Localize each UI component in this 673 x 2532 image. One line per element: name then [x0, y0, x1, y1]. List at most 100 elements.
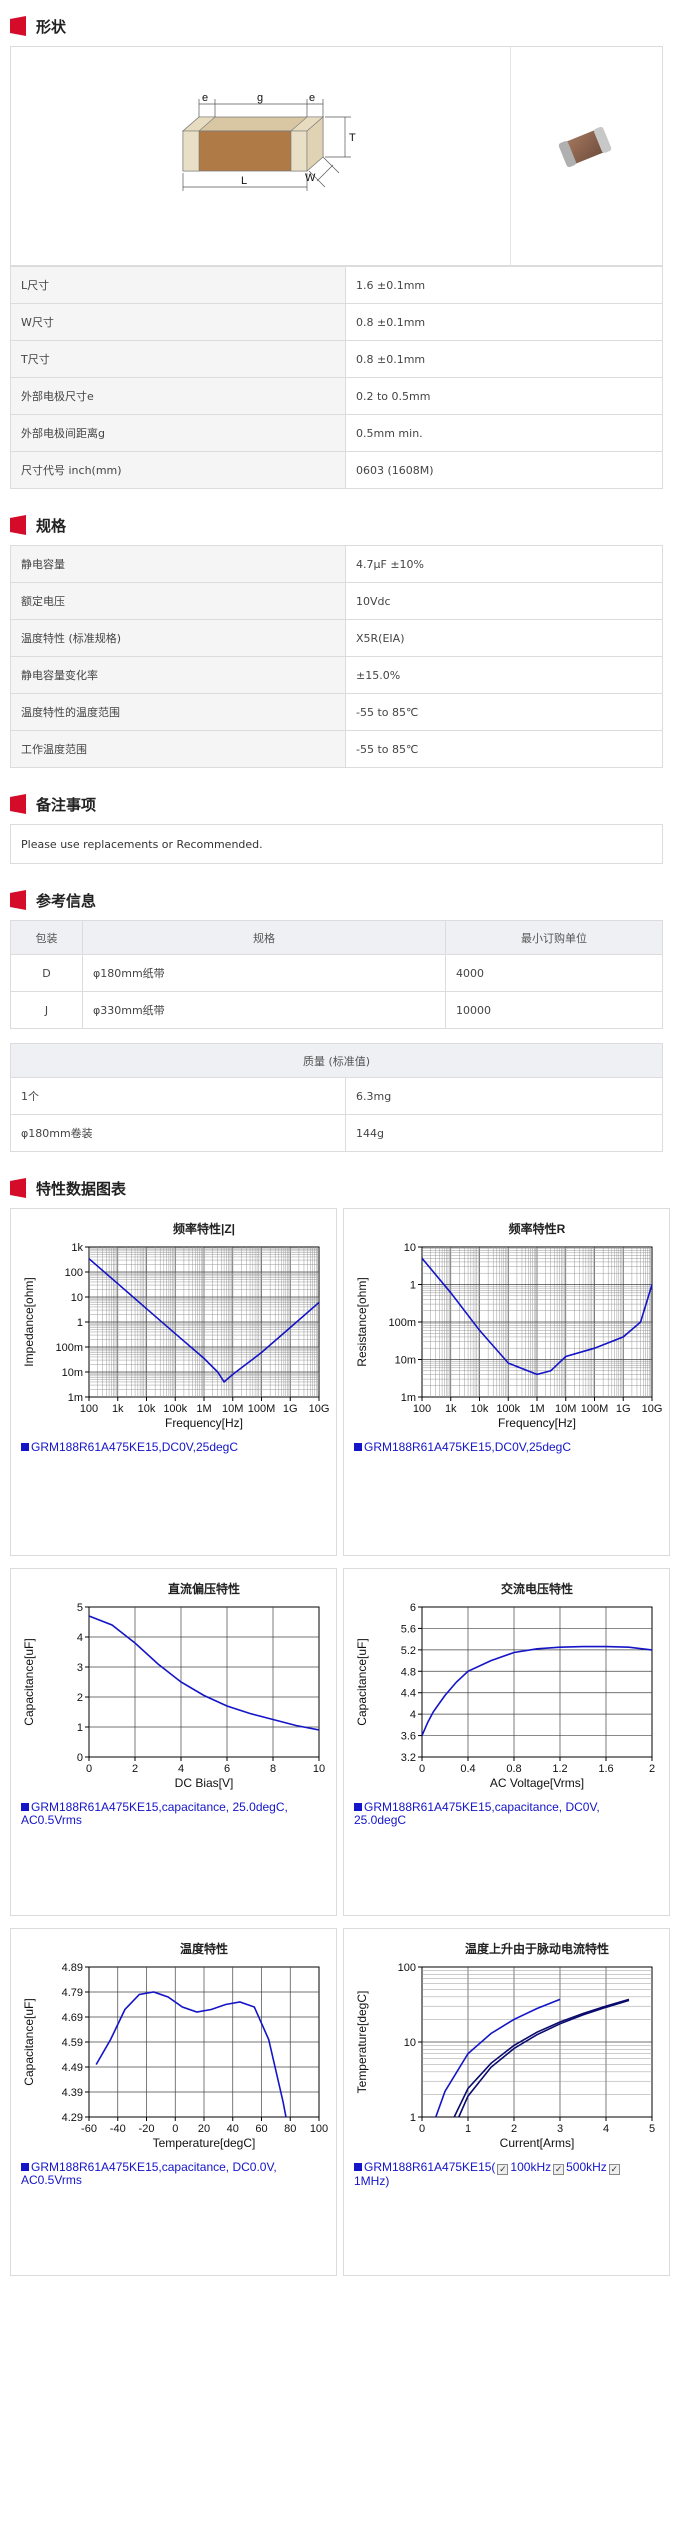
x-tick-label: 60: [255, 2123, 267, 2135]
notes-text: Please use replacements or Recommended.: [10, 824, 663, 864]
table-row: 外部电极尺寸e 0.2 to 0.5mm: [10, 377, 663, 415]
chip-dimension-drawing: e g e T L W: [181, 92, 356, 191]
packaging-spec: φ180mm纸带: [82, 954, 446, 992]
x-tick-label: 100M: [581, 1403, 609, 1415]
spec-table: 静电容量 4.7μF ±10% 额定电压 10Vdc 温度特性 (标准规格) X5R(EI…: [10, 545, 663, 768]
table-row: 外部电极间距离g 0.5mm min.: [10, 414, 663, 452]
x-tick-label: 0: [419, 1763, 425, 1775]
y-tick-label: 1k: [71, 1242, 83, 1254]
row-label: 工作温度范围: [10, 730, 346, 768]
x-tick-label: 100k: [496, 1403, 520, 1415]
y-tick-label: 10: [404, 2037, 416, 2049]
legend-checkbox[interactable]: ✓: [497, 2164, 509, 2175]
x-tick-label: 100: [413, 1403, 431, 1415]
x-tick-label: 1G: [283, 1403, 298, 1415]
packaging-code: D: [10, 954, 83, 992]
chart-legend: GRM188R61A475KE15(✓ 100kHz ✓ 500kHz ✓1MHz): [354, 2161, 654, 2188]
dim-label-t: T: [349, 132, 356, 144]
dim-label-l: L: [241, 175, 247, 187]
x-tick-label: 1.2: [552, 1763, 567, 1775]
y-tick-label: 4.89: [62, 1962, 83, 1974]
x-tick-label: 2: [132, 1763, 138, 1775]
x-tick-label: 100: [80, 1403, 98, 1415]
legend-swatch: [354, 1443, 362, 1451]
section-title: 特性数据图表: [36, 1179, 127, 1198]
x-tick-label: 0.4: [460, 1763, 475, 1775]
legend-text: GRM188R61A475KE15,capacitance, DC0.0V, A…: [21, 2160, 277, 2187]
y-tick-label: 3: [77, 1662, 83, 1674]
chart-svg: 交流电压特性 0 0.4 0.8 1.2 1.6 2 3.2 3.6 4 4.4 4.8 5.2 5.6 6…: [355, 1581, 655, 1790]
dim-label-g: g: [257, 92, 263, 104]
x-tick-label: 10G: [309, 1403, 330, 1415]
section-header-shape: 形状: [10, 12, 663, 40]
chart-card: 频率特性|Z| 100 1k 10k 100k 1M 10M 100M 1G 10G 1m 10m 10…: [10, 1208, 337, 1556]
section-marker-icon: [10, 16, 26, 36]
y-axis-label: Capacitance[uF]: [22, 1638, 36, 1725]
row-label: 温度特性的温度范围: [10, 693, 346, 731]
row-value: 4.7μF ±10%: [345, 545, 663, 583]
page: 形状 e g e T L W L尺寸 1.6 ±0.1mm W尺寸 0.8 ±0…: [0, 12, 673, 2276]
row-value: 0.8 ±0.1mm: [345, 303, 663, 341]
legend-checkbox[interactable]: ✓: [553, 2164, 565, 2175]
header-min-order: 最小订购单位: [445, 920, 663, 955]
x-tick-label: 6: [224, 1763, 230, 1775]
x-tick-label: 1G: [616, 1403, 631, 1415]
mass-table: 质量 (标准值) 1个 6.3mg φ180mm卷装 144g: [10, 1043, 663, 1152]
x-tick-label: 0.8: [506, 1763, 521, 1775]
legend-text: GRM188R61A475KE15,capacitance, DC0V, 25.…: [354, 1800, 600, 1827]
x-tick-label: 10: [313, 1763, 325, 1775]
section-header-charts: 特性数据图表: [10, 1174, 663, 1202]
legend-text: GRM188R61A475KE15,capacitance, 25.0degC,…: [21, 1800, 288, 1827]
legend-swatch: [21, 2163, 29, 2171]
y-tick-label: 2: [77, 1692, 83, 1704]
x-axis-label: Current[Arms]: [500, 2136, 575, 2150]
x-tick-label: 1M: [529, 1403, 544, 1415]
y-axis-label: Capacitance[uF]: [355, 1638, 369, 1725]
legend-swatch: [354, 1803, 362, 1811]
legend-swatch: [21, 1803, 29, 1811]
y-tick-label: 10: [404, 1242, 416, 1254]
chart-legend: GRM188R61A475KE15,capacitance, 25.0degC,…: [21, 1801, 321, 1827]
y-tick-label: 4.8: [401, 1666, 416, 1678]
y-tick-label: 5: [77, 1602, 83, 1614]
section-marker-icon: [10, 515, 26, 535]
x-tick-label: -20: [139, 2123, 155, 2135]
row-value: 10Vdc: [345, 582, 663, 620]
y-tick-label: 3.6: [401, 1731, 416, 1743]
row-label: W尺寸: [10, 303, 346, 341]
x-tick-label: 0: [86, 1763, 92, 1775]
y-axis-label: Resistance[ohm]: [355, 1277, 369, 1366]
x-tick-label: 100M: [248, 1403, 276, 1415]
table-row: T尺寸 0.8 ±0.1mm: [10, 340, 663, 378]
chart-title: 频率特性|Z|: [173, 1221, 235, 1236]
table-row: L尺寸 1.6 ±0.1mm: [10, 266, 663, 304]
mass-item: φ180mm卷装: [10, 1114, 346, 1152]
header-spec: 规格: [82, 920, 446, 955]
packaging-code: J: [10, 991, 83, 1029]
y-tick-label: 4: [77, 1632, 83, 1644]
y-tick-label: 100m: [388, 1317, 416, 1329]
y-tick-label: 4.59: [62, 2037, 83, 2049]
y-axis-label: Temperature[degC]: [355, 1991, 369, 2094]
chip-photo: [511, 47, 662, 265]
row-label: 外部电极间距离g: [10, 414, 346, 452]
x-tick-label: 10M: [222, 1403, 243, 1415]
legend-checkbox[interactable]: ✓: [608, 2164, 620, 2175]
charts-grid: 频率特性|Z| 100 1k 10k 100k 1M 10M 100M 1G 10G 1m 10m 10…: [10, 1208, 670, 2276]
chart-svg: 温度特性 -60 -40 -20 0 20 40 60 80 100 4.29 4.39 4.49 4.5…: [22, 1941, 328, 2150]
x-tick-label: 100: [310, 2123, 328, 2135]
chart-card: 直流偏压特性 0 2 4 6 8 10 0 1 2 3 4 5 DC Bias[V] Capacitance…: [10, 1568, 337, 1916]
dim-label-e2: e: [309, 92, 315, 104]
chart-title: 温度特性: [180, 1941, 228, 1956]
y-tick-label: 1: [77, 1317, 83, 1329]
packaging-spec: φ330mm纸带: [82, 991, 446, 1029]
shape-image-box: e g e T L W: [10, 46, 663, 266]
chart-card: 交流电压特性 0 0.4 0.8 1.2 1.6 2 3.2 3.6 4 4.4 4.8 5.2 5.6 6…: [343, 1568, 670, 1916]
row-label: 额定电压: [10, 582, 346, 620]
x-tick-label: 1k: [112, 1403, 124, 1415]
row-value: -55 to 85℃: [345, 693, 663, 731]
y-tick-label: 100: [65, 1267, 83, 1279]
y-tick-label: 4.49: [62, 2062, 83, 2074]
x-axis-label: DC Bias[V]: [175, 1776, 234, 1790]
legend-text: GRM188R61A475KE15,DC0V,25degC: [364, 1440, 572, 1454]
